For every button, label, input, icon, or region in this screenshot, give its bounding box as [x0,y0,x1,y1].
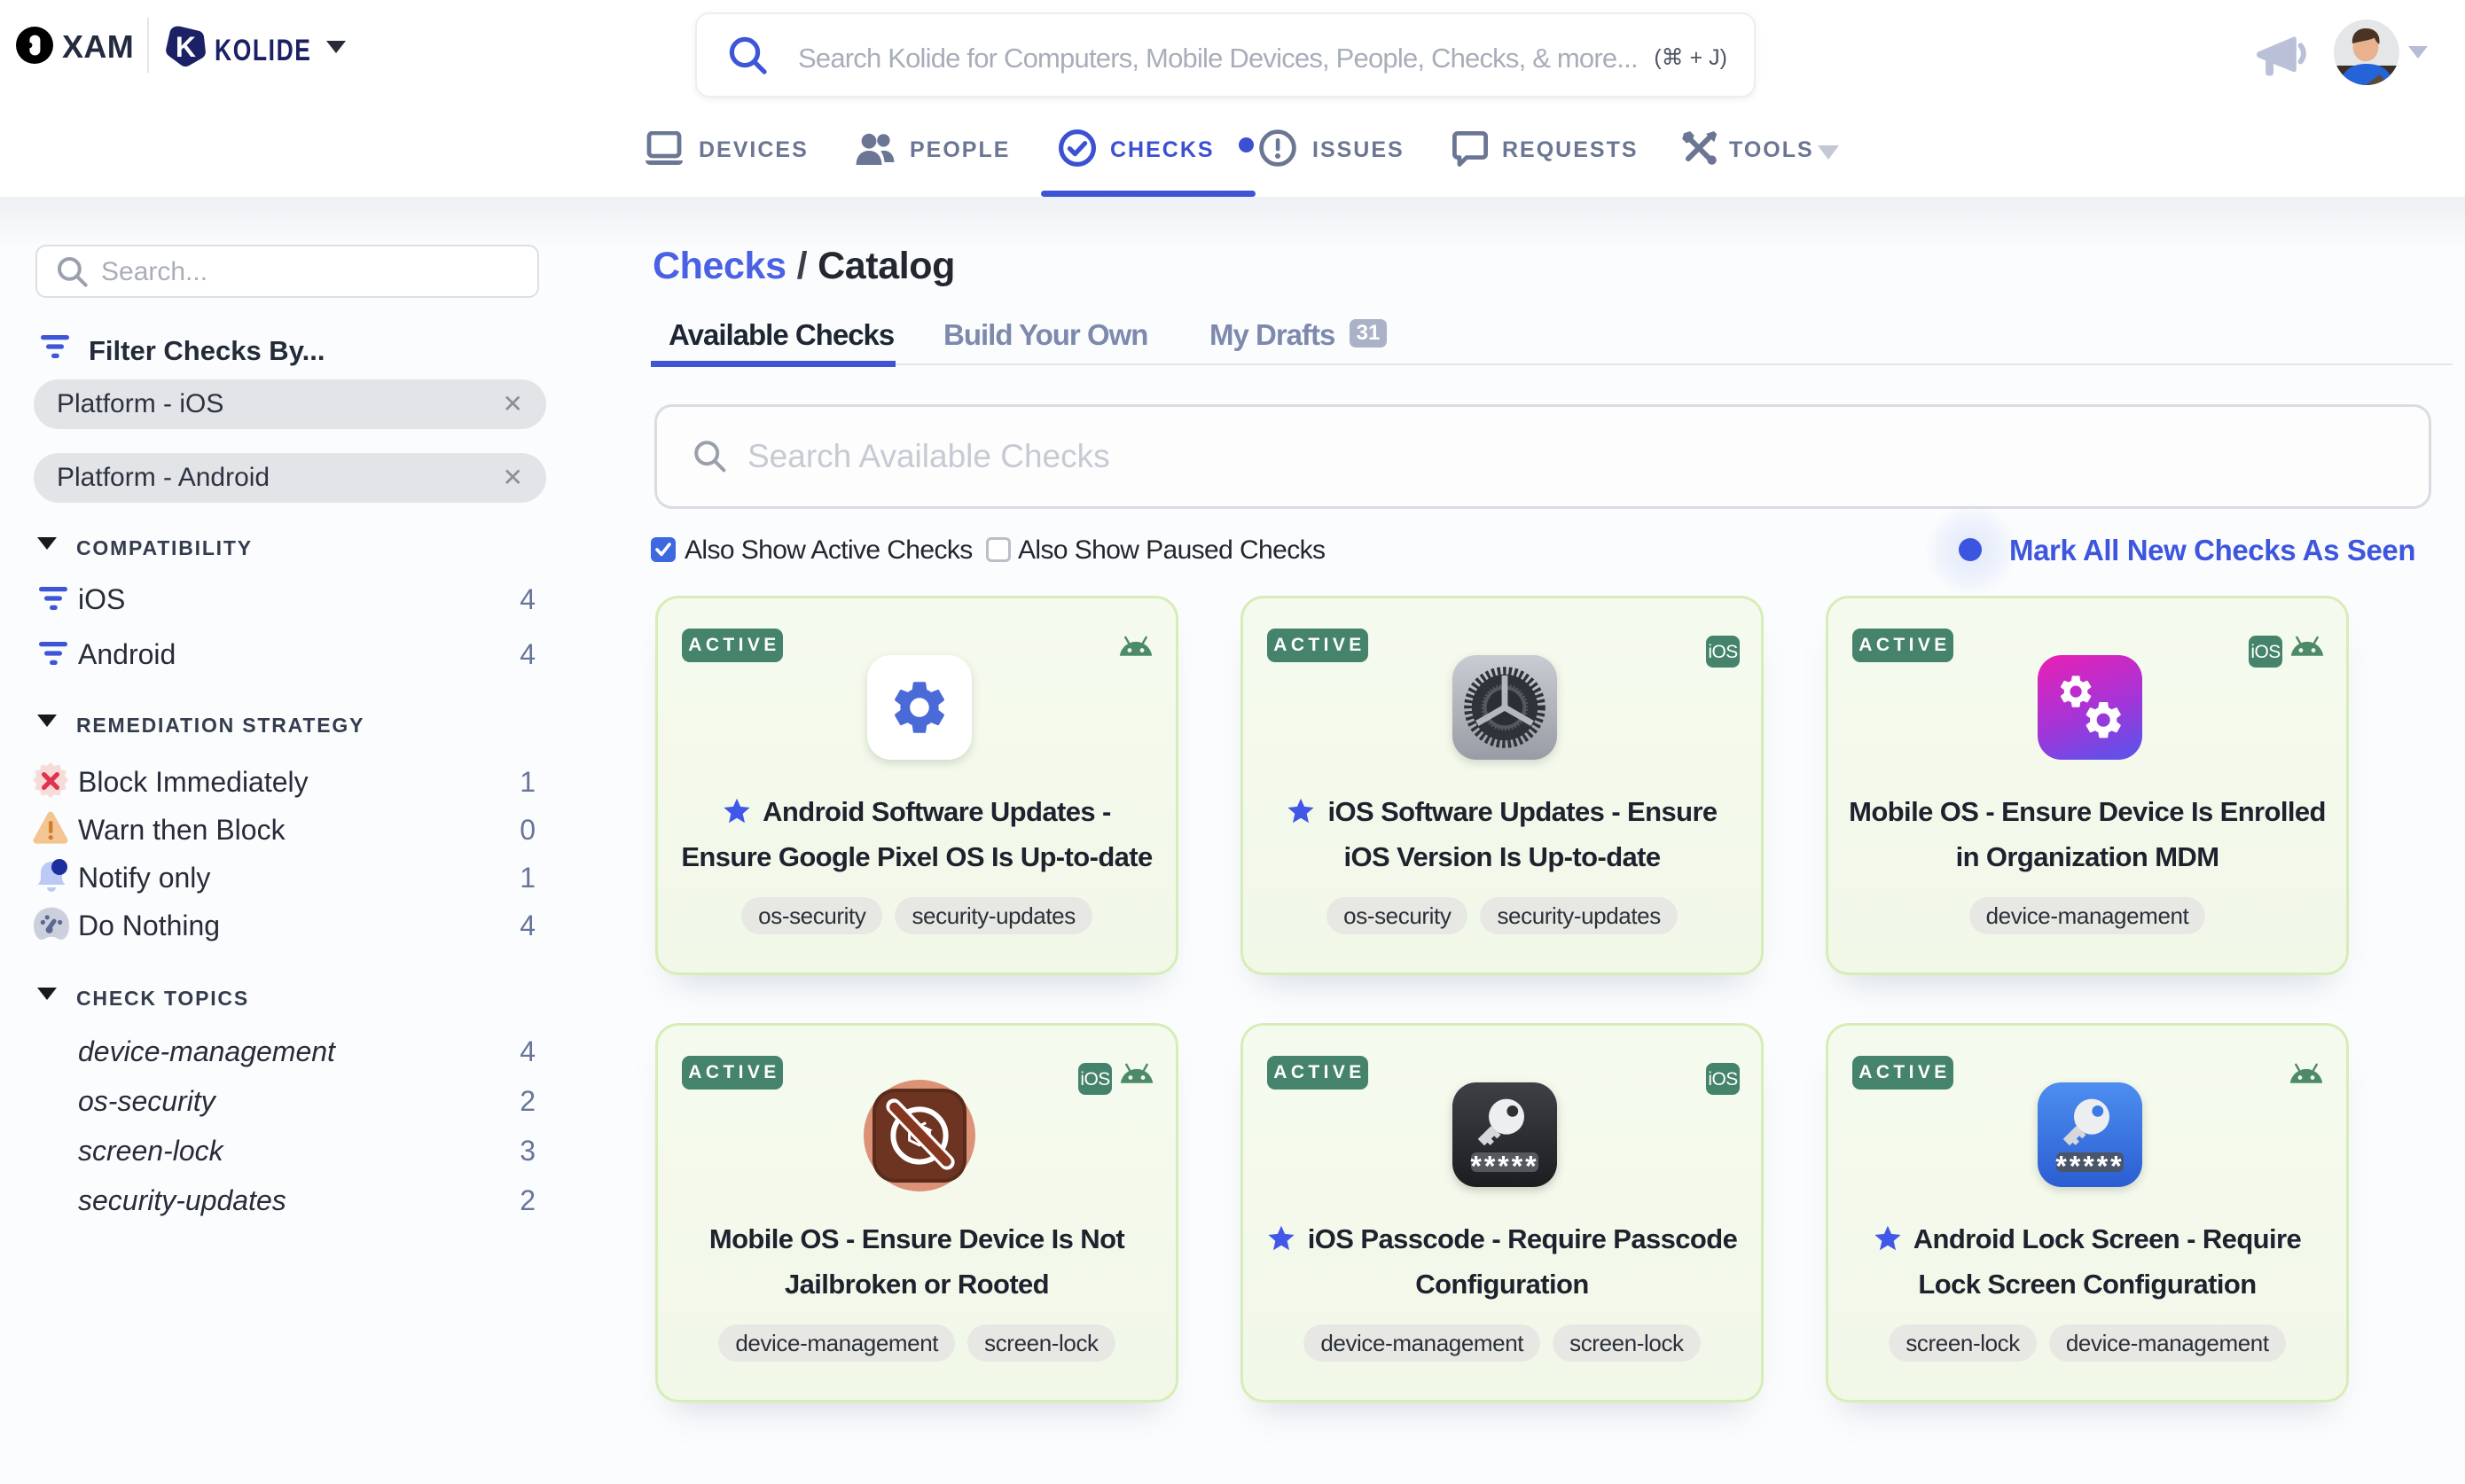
svg-text:K: K [176,31,196,63]
svg-text:*****: ***** [2055,1151,2124,1183]
svg-text:*****: ***** [1470,1151,1538,1183]
